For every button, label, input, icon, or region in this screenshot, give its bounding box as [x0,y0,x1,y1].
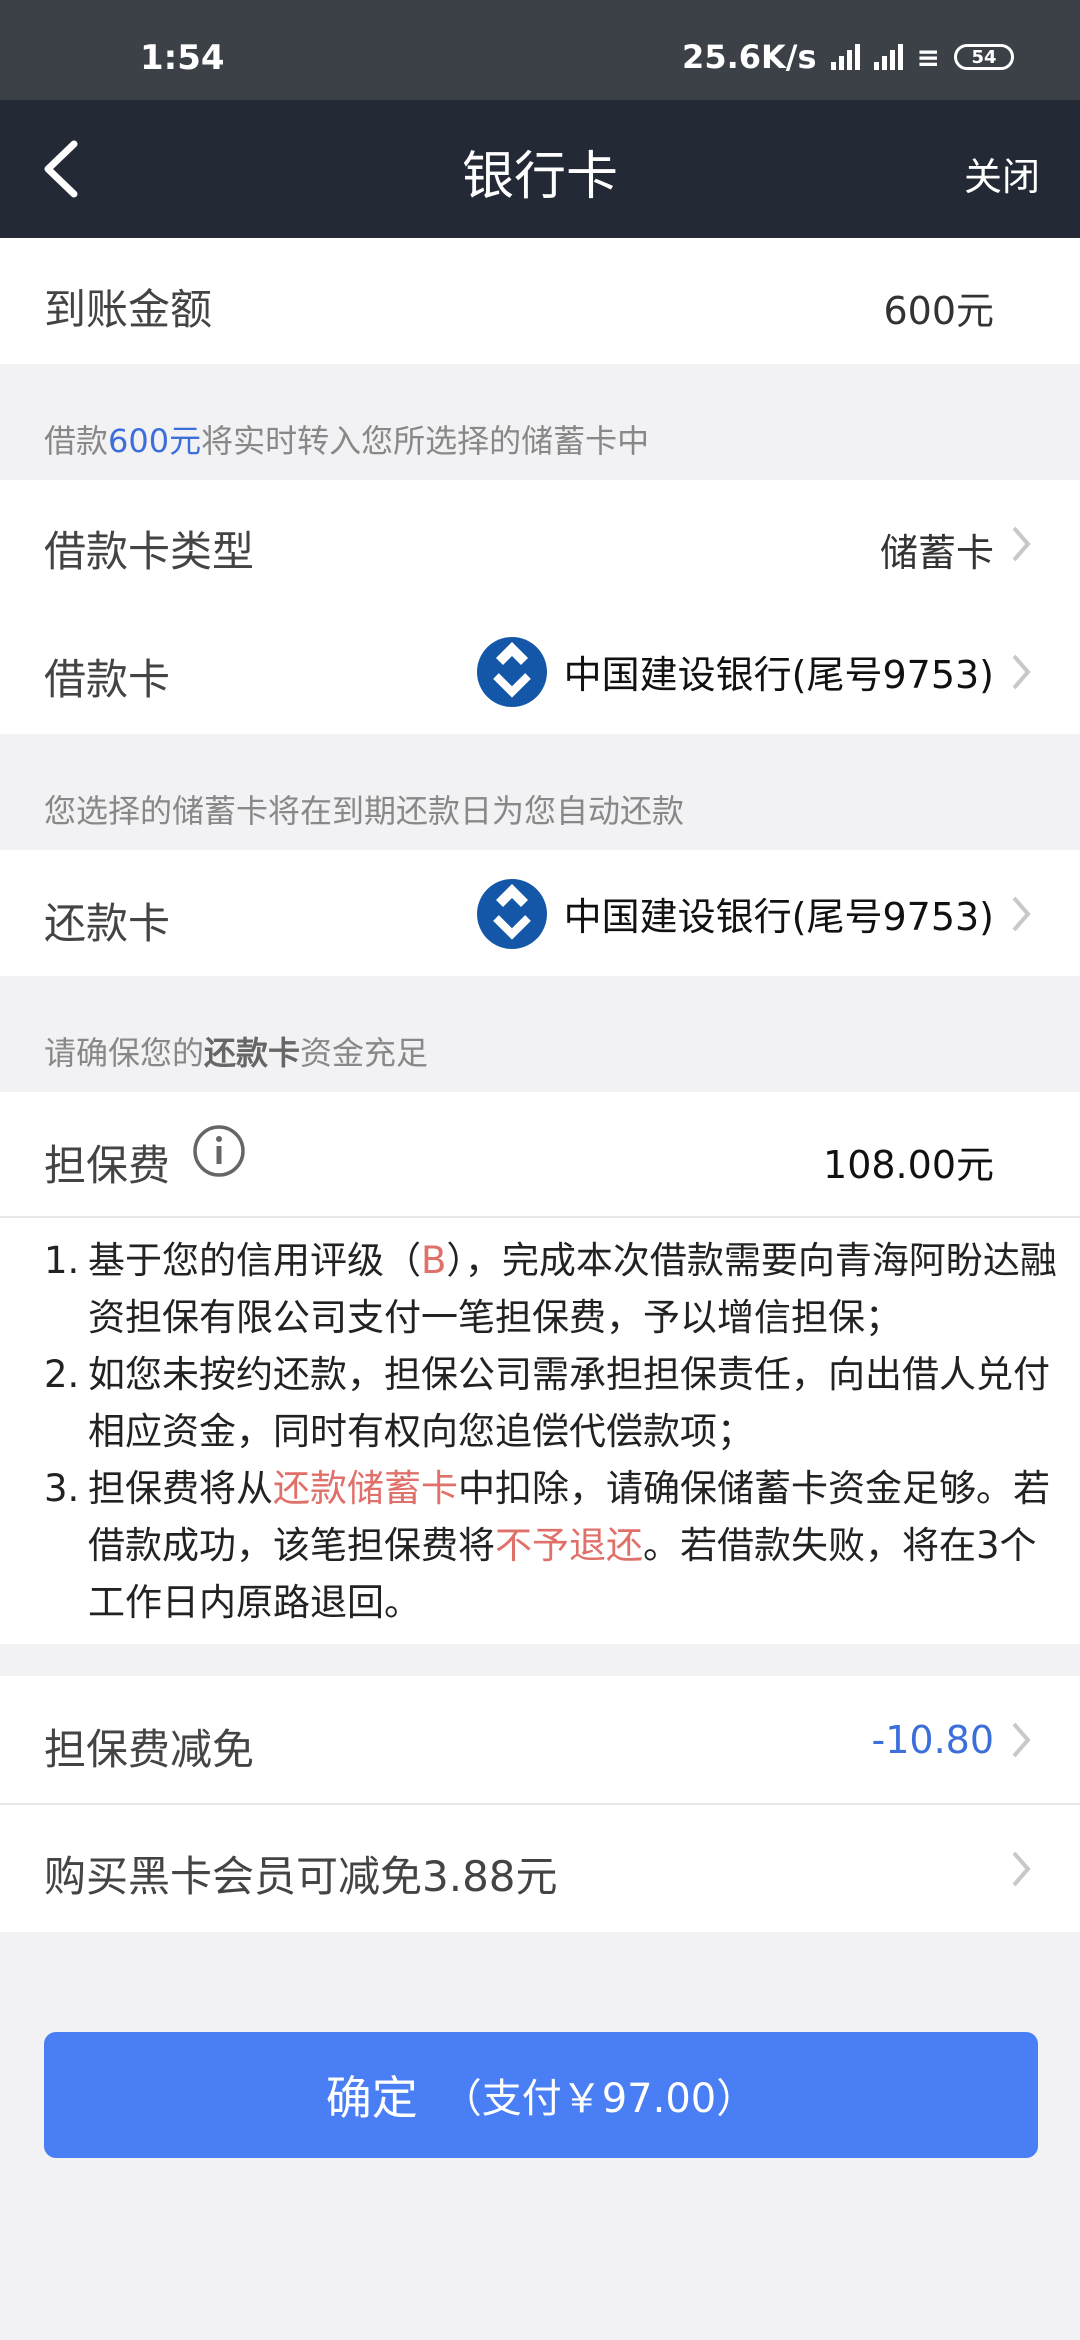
guarantee-fee-row: 担保费 108.00元 [0,1092,1080,1216]
chevron-right-icon [1012,654,1031,690]
guarantee-fee-value: 108.00元 [823,1143,994,1187]
chevron-right-icon [1012,526,1031,562]
terms-item-number: 3. [44,1467,80,1510]
chevron-right-icon [1012,896,1031,932]
battery-icon: 54 [954,44,1014,70]
guarantee-terms: 1. 基于您的信用评级（B），完成本次借款需要向青海阿盼达融资担保有限公司支付一笔… [0,1218,1080,1644]
fund-note-bold: 还款卡 [204,1034,301,1072]
signal-icon [830,44,860,70]
chevron-right-icon [1012,1851,1031,1887]
black-card-row[interactable]: 购买黑卡会员可减免3.88元 [0,1805,1080,1932]
nav-bar: 银行卡 关闭 [0,100,1080,238]
close-button[interactable]: 关闭 [964,146,1040,201]
confirm-label: 确定 [325,2071,418,2125]
page-title: 银行卡 [461,147,618,207]
transfer-note-prefix: 借款 [44,422,109,460]
repay-card-label: 还款卡 [44,899,171,948]
terms-highlight: 不予退还 [495,1524,643,1567]
transfer-note: 借款600元将实时转入您所选择的储蓄卡中 [44,416,649,462]
battery-level: 54 [971,46,997,68]
status-bar: 1:54 25.6K/s ≡ 54 [0,0,1080,100]
repay-card-row[interactable]: 还款卡 中国建设银行(尾号9753) [0,850,1080,976]
terms-item-number: 2. [44,1353,80,1396]
confirm-pay-amount: （支付￥97.00） [441,2076,757,2122]
ccb-bank-logo-icon [477,637,547,707]
terms-highlight: 还款储蓄卡 [273,1467,458,1510]
wifi-icon: ≡ [916,40,940,74]
arrival-amount-label: 到账金额 [44,285,213,334]
network-speed: 25.6K/s [682,38,817,76]
fund-note-suffix: 资金充足 [300,1034,429,1072]
auto-repay-note: 您选择的储蓄卡将在到期还款日为您自动还款 [44,792,685,830]
loan-card-label: 借款卡 [44,655,171,704]
loan-card-type-row[interactable]: 借款卡类型 储蓄卡 [0,480,1080,606]
status-time: 1:54 [140,38,225,78]
fee-waiver-value: -10.80 [871,1718,995,1762]
terms-item-2: 2. 如您未按约还款，担保公司需承担担保责任，向出借人兑付相应资金，同时有权向您追… [44,1346,1064,1460]
terms-item-text: 如您未按约还款，担保公司需承担担保责任，向出借人兑付相应资金，同时有权向您追偿代… [88,1353,1050,1453]
terms-list: 1. 基于您的信用评级（B），完成本次借款需要向青海阿盼达融资担保有限公司支付一笔… [44,1232,1064,1631]
credit-grade: B [421,1239,447,1282]
arrival-amount-value: 600元 [883,289,994,333]
arrival-amount-row: 到账金额 600元 [0,238,1080,364]
repay-card-value: 中国建设银行(尾号9753) [563,895,994,939]
status-icons: 25.6K/s ≡ 54 [682,38,1014,76]
fund-note: 请确保您的还款卡资金充足 [44,1028,428,1074]
signal-icon-2 [873,44,903,70]
transfer-note-amount: 600元 [108,422,202,460]
transfer-note-suffix: 将实时转入您所选择的储蓄卡中 [201,422,650,460]
loan-card-value: 中国建设银行(尾号9753) [563,653,994,697]
terms-item-number: 1. [44,1239,80,1282]
terms-item-3: 3. 担保费将从还款储蓄卡中扣除，请确保储蓄卡资金足够。若借款成功，该笔担保费将不… [44,1460,1064,1631]
ccb-bank-logo-icon [477,879,547,949]
terms-item-text: 担保费将从 [88,1467,273,1510]
fee-waiver-label: 担保费减免 [44,1725,255,1774]
loan-card-type-label: 借款卡类型 [44,527,255,576]
fund-note-prefix: 请确保您的 [44,1034,205,1072]
black-card-label: 购买黑卡会员可减免3.88元 [44,1852,558,1901]
loan-card-group: 借款卡类型 储蓄卡 借款卡 中国建设银行(尾号9753) [0,480,1080,734]
info-icon[interactable] [192,1124,246,1178]
chevron-right-icon [1012,1722,1031,1758]
fee-waiver-group: 担保费减免 -10.80 购买黑卡会员可减免3.88元 [0,1676,1080,1932]
confirm-button[interactable]: 确定 （支付￥97.00） [44,2032,1038,2158]
fee-waiver-row[interactable]: 担保费减免 -10.80 [0,1676,1080,1803]
terms-item-text: 基于您的信用评级（ [88,1239,421,1282]
guarantee-fee-label: 担保费 [44,1141,171,1190]
loan-card-type-value: 储蓄卡 [879,531,994,575]
terms-item-1: 1. 基于您的信用评级（B），完成本次借款需要向青海阿盼达融资担保有限公司支付一笔… [44,1232,1064,1346]
loan-card-row[interactable]: 借款卡 中国建设银行(尾号9753) [0,606,1080,734]
